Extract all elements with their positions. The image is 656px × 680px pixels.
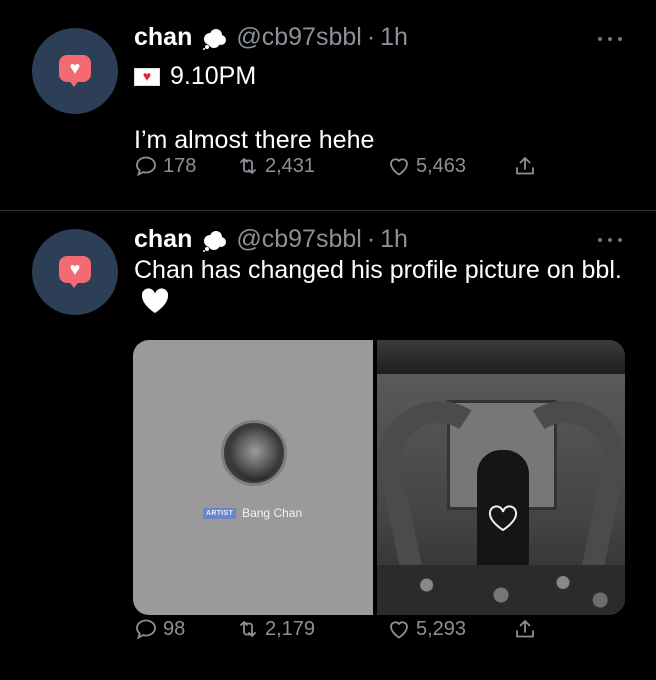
cloud-icon [203,29,227,50]
like-icon [390,621,408,639]
tweet-text-content: Chan has changed his profile picture on … [134,256,622,284]
retweet-icon [240,621,256,637]
artist-badge: ARTIST [203,507,237,519]
envelope-heart-icon: ♥ [134,67,160,86]
reply-icon [136,619,156,640]
avatar[interactable]: ♥ [32,28,118,114]
tweet[interactable]: ♥ chan @cb97sbbl · 1h ♥ 9.10PM I’m almos… [0,0,656,211]
share-icon [516,157,534,175]
tweet-header: chan @cb97sbbl · 1h [134,22,408,52]
author-name[interactable]: chan [134,22,192,52]
like-count: 5,463 [416,154,467,177]
retweet-icon [240,158,256,174]
more-icon[interactable] [598,37,622,45]
retweet-button[interactable]: 2,431 [236,154,315,178]
tweet-header: chan @cb97sbbl · 1h [134,224,408,254]
author-handle[interactable]: @cb97sbbl [236,224,361,254]
cloud-icon [203,231,227,252]
share-icon [516,620,534,638]
reply-button[interactable]: 98 [134,617,185,641]
tweet[interactable]: ♥ chan @cb97sbbl · 1h Chan has changed h… [0,211,656,680]
heart-arch-photo[interactable] [377,340,625,615]
tweet-media[interactable]: ARTIST Bang Chan [133,340,625,615]
tweet-text: I’m almost there hehe [134,126,375,154]
profile-avatar-image [221,420,287,486]
retweet-count: 2,431 [265,154,316,177]
retweet-count: 2,179 [265,617,316,640]
artist-label: ARTIST Bang Chan [203,506,302,520]
like-button[interactable]: 5,293 [387,617,466,641]
artist-name: Bang Chan [242,506,303,520]
avatar[interactable]: ♥ [32,229,118,315]
reply-count: 98 [163,617,186,640]
reply-count: 178 [163,154,197,177]
like-count: 5,293 [416,617,467,640]
tweet-time[interactable]: 1h [380,224,408,254]
reply-icon [136,156,156,177]
share-button[interactable] [513,154,542,178]
author-name[interactable]: chan [134,224,192,254]
tweet-time[interactable]: 1h [380,22,408,52]
tweet-subline: ♥ 9.10PM [134,62,256,91]
white-heart-icon [141,288,169,314]
heart-icon: ♥ [69,259,81,279]
retweet-button[interactable]: 2,179 [236,617,315,641]
reply-button[interactable]: 178 [134,154,196,178]
like-icon [390,158,408,176]
more-icon[interactable] [598,238,622,246]
subline-text: 9.10PM [170,62,257,90]
heart-icon: ♥ [69,58,81,78]
profile-screenshot-image[interactable]: ARTIST Bang Chan [133,340,373,615]
share-button[interactable] [513,617,542,641]
neon-heart-icon [488,505,518,532]
like-button[interactable]: 5,463 [387,154,466,178]
tweet-text: Chan has changed his profile picture on … [134,254,624,320]
author-handle[interactable]: @cb97sbbl [236,22,361,52]
